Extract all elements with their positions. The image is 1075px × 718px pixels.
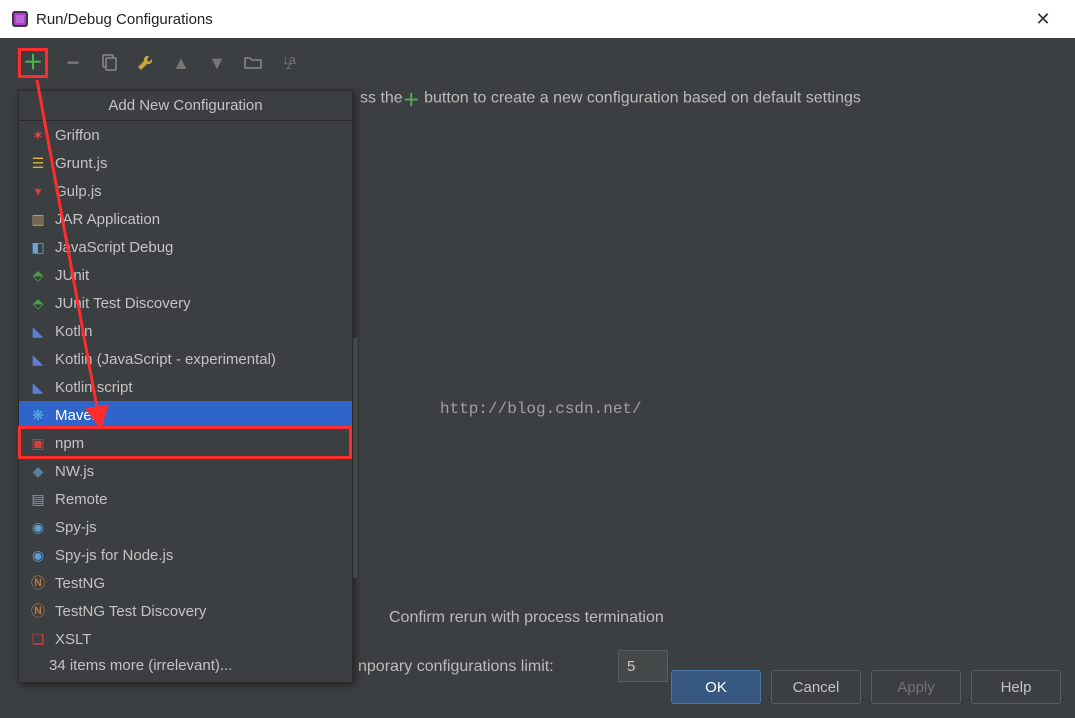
config-type-testng[interactable]: Ⓝ TestNG: [19, 569, 352, 597]
config-type-spy-js-for-node-js[interactable]: ◉ Spy-js for Node.js: [19, 541, 352, 569]
config-type-label: TestNG: [55, 575, 105, 592]
config-type-gulp-js[interactable]: ▾ Gulp.js: [19, 177, 352, 205]
config-type-junit[interactable]: ⬘ JUnit: [19, 261, 352, 289]
add-configuration-dropdown: Add New Configuration ✶ Griffon ☰ Grunt.js ▾…: [18, 90, 353, 683]
config-type-grunt-js[interactable]: ☰ Grunt.js: [19, 149, 352, 177]
hint-text: ss the＋ button to create a new configura…: [360, 86, 861, 111]
remote-icon: ▤: [29, 490, 47, 508]
spyjs-icon: ◉: [29, 546, 47, 564]
limit-value: 5: [627, 658, 635, 675]
dialog-buttons: OK Cancel Apply Help: [671, 670, 1061, 704]
ok-button[interactable]: OK: [671, 670, 761, 704]
maven-icon: ❋: [29, 406, 47, 424]
config-type-label: Spy-js for Node.js: [55, 547, 173, 564]
hint-suffix: button to create a new configuration bas…: [420, 90, 861, 107]
config-type-kotlin-javascript-experimental[interactable]: ◣ Kotlin (JavaScript - experimental): [19, 345, 352, 373]
config-type-label: Grunt.js: [55, 155, 108, 172]
cancel-button[interactable]: Cancel: [771, 670, 861, 704]
apply-button: Apply: [871, 670, 961, 704]
app-icon: [12, 11, 28, 27]
kotlin-icon: ◣: [29, 350, 47, 368]
config-type-label: Maven: [55, 407, 100, 424]
junit-icon: ⬘: [29, 266, 47, 284]
config-type-label: JUnit Test Discovery: [55, 295, 191, 312]
config-type-remote[interactable]: ▤ Remote: [19, 485, 352, 513]
config-type-label: Spy-js: [55, 519, 97, 536]
xslt-icon: ❏: [29, 630, 47, 648]
dropdown-header: Add New Configuration: [19, 91, 352, 121]
config-type-label: Gulp.js: [55, 183, 102, 200]
close-icon[interactable]: ✕: [1023, 9, 1063, 30]
grunt-icon: ☰: [29, 154, 47, 172]
config-type-javascript-debug[interactable]: ◧ JavaScript Debug: [19, 233, 352, 261]
config-type-griffon[interactable]: ✶ Griffon: [19, 121, 352, 149]
hint-prefix: ss the: [360, 90, 403, 107]
sort-button[interactable]: ↓az: [278, 52, 300, 74]
spyjs-icon: ◉: [29, 518, 47, 536]
gulp-icon: ▾: [29, 182, 47, 200]
config-type-kotlin-script[interactable]: ◣ Kotlin script: [19, 373, 352, 401]
temporary-limit-label: nporary configurations limit:: [358, 658, 554, 676]
config-type-label: TestNG Test Discovery: [55, 603, 206, 620]
griffon-icon: ✶: [29, 126, 47, 144]
move-up-button[interactable]: ▲: [170, 52, 192, 74]
config-type-label: Kotlin: [55, 323, 93, 340]
config-type-xslt[interactable]: ❏ XSLT: [19, 625, 352, 653]
config-type-label: npm: [55, 435, 84, 452]
config-type-kotlin[interactable]: ◣ Kotlin: [19, 317, 352, 345]
config-type-label: JUnit: [55, 267, 89, 284]
config-type-label: Griffon: [55, 127, 100, 144]
plus-icon: ＋: [403, 91, 420, 110]
temporary-limit-input[interactable]: 5: [618, 650, 668, 682]
testng-icon: Ⓝ: [29, 602, 47, 620]
config-type-nw-js[interactable]: ◆ NW.js: [19, 457, 352, 485]
add-configuration-button[interactable]: ＋: [18, 48, 48, 78]
config-type-spy-js[interactable]: ◉ Spy-js: [19, 513, 352, 541]
config-type-label: JAR Application: [55, 211, 160, 228]
watermark-text: http://blog.csdn.net/: [440, 400, 642, 418]
config-type-label: XSLT: [55, 631, 91, 648]
confirm-rerun-label: Confirm rerun with process termination: [389, 609, 664, 627]
npm-icon: ▣: [29, 434, 47, 452]
dialog-content: ＋ − ▲ ▼ ↓az Add New Configuration ✶ Griff…: [0, 38, 1075, 718]
config-type-npm[interactable]: ▣ npm: [19, 429, 352, 457]
config-type-jar-application[interactable]: ▥ JAR Application: [19, 205, 352, 233]
help-button[interactable]: Help: [971, 670, 1061, 704]
wrench-icon[interactable]: [134, 52, 156, 74]
window-title: Run/Debug Configurations: [36, 11, 213, 28]
config-type-label: NW.js: [55, 463, 94, 480]
config-type-label: Kotlin (JavaScript - experimental): [55, 351, 276, 368]
jar-icon: ▥: [29, 210, 47, 228]
dropdown-more[interactable]: 34 items more (irrelevant)...: [19, 653, 352, 682]
config-type-label: Kotlin script: [55, 379, 133, 396]
kotlin-icon: ◣: [29, 378, 47, 396]
config-type-label: JavaScript Debug: [55, 239, 173, 256]
junit-icon: ⬘: [29, 294, 47, 312]
titlebar: Run/Debug Configurations ✕: [0, 0, 1075, 38]
config-type-testng-test-discovery[interactable]: Ⓝ TestNG Test Discovery: [19, 597, 352, 625]
folder-icon[interactable]: [242, 52, 264, 74]
copy-configuration-button[interactable]: [98, 52, 120, 74]
nwjs-icon: ◆: [29, 462, 47, 480]
splitter-handle[interactable]: [353, 338, 357, 578]
remove-configuration-button[interactable]: −: [62, 52, 84, 74]
plus-icon: ＋: [23, 53, 43, 73]
move-down-button[interactable]: ▼: [206, 52, 228, 74]
config-type-label: Remote: [55, 491, 108, 508]
jsdebug-icon: ◧: [29, 238, 47, 256]
toolbar: ＋ − ▲ ▼ ↓az: [18, 48, 300, 78]
testng-icon: Ⓝ: [29, 574, 47, 592]
config-type-maven[interactable]: ❋ Maven: [19, 401, 352, 429]
kotlin-icon: ◣: [29, 322, 47, 340]
config-type-junit-test-discovery[interactable]: ⬘ JUnit Test Discovery: [19, 289, 352, 317]
